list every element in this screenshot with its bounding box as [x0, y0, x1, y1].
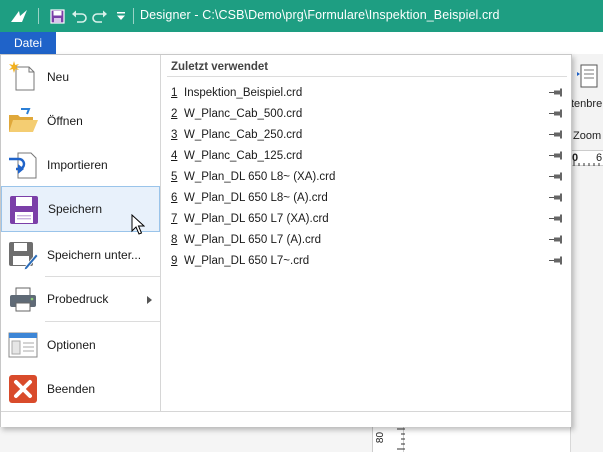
menu-item-beenden[interactable]: Beenden [1, 367, 160, 411]
pin-icon[interactable] [549, 130, 563, 139]
background-ribbon: tenbre Zoom [570, 54, 603, 452]
recent-file-item[interactable]: 9 W_Plan_DL 650 L7~.crd [167, 250, 569, 271]
page-icon [577, 64, 598, 88]
vertical-ruler: 80 [372, 426, 405, 452]
recent-file-name: W_Planc_Cab_500.crd [184, 107, 303, 120]
pin-icon[interactable] [549, 109, 563, 118]
recent-file-number: 4 [171, 149, 178, 162]
recent-file-item[interactable]: 1 Inspektion_Beispiel.crd [167, 82, 569, 103]
recent-file-number: 5 [171, 170, 178, 183]
workspace-strip [0, 426, 372, 452]
import-icon [7, 149, 39, 181]
recent-file-name: W_Plan_DL 650 L7 (XA).crd [184, 212, 329, 225]
recent-file-item[interactable]: 4 W_Planc_Cab_125.crd [167, 145, 569, 166]
backstage-footer [1, 411, 571, 427]
app-logo-icon[interactable] [9, 6, 29, 26]
toolbar-separator [133, 8, 134, 24]
menu-label-importieren: Importieren [47, 158, 108, 172]
tab-datei[interactable]: Datei [0, 32, 56, 54]
horizontal-ruler: 0 6 [570, 150, 603, 166]
recent-separator [167, 76, 567, 77]
save-icon [8, 194, 40, 226]
file-backstage-panel: Neu Öffnen Importieren Speichern Speiche [0, 54, 572, 427]
save-icon[interactable] [47, 6, 67, 26]
new-document-icon [7, 61, 39, 93]
printer-icon [7, 283, 39, 315]
menu-label-neu: Neu [47, 70, 70, 84]
vruler-label: 80 [375, 431, 387, 444]
toolbar-separator [38, 8, 39, 24]
menu-separator [45, 321, 160, 322]
recent-file-item[interactable]: 7 W_Plan_DL 650 L7 (XA).crd [167, 208, 569, 229]
recent-file-name: W_Plan_DL 650 L8~ (XA).crd [184, 170, 336, 183]
customize-dropdown-icon[interactable] [111, 6, 131, 26]
recent-file-item[interactable]: 8 W_Plan_DL 650 L7 (A).crd [167, 229, 569, 250]
recent-file-number: 9 [171, 254, 178, 267]
redo-icon[interactable] [90, 6, 110, 26]
recent-files-heading: Zuletzt verwendet [171, 61, 269, 73]
ribbon-tab-row [0, 32, 603, 54]
menu-label-speichern: Speichern [48, 202, 103, 216]
exit-icon [7, 373, 39, 405]
recent-file-name: W_Plan_DL 650 L8~ (A).crd [184, 191, 328, 204]
pin-icon[interactable] [549, 151, 563, 160]
undo-icon[interactable] [69, 6, 89, 26]
zoom-label: Zoom [573, 130, 602, 142]
recent-file-number: 8 [171, 233, 178, 246]
recent-file-name: Inspektion_Beispiel.crd [184, 86, 303, 99]
recent-file-name: W_Plan_DL 650 L7 (A).crd [184, 233, 322, 246]
recent-file-number: 1 [171, 86, 178, 99]
menu-label-oeffnen: Öffnen [47, 114, 83, 128]
pin-icon[interactable] [549, 235, 563, 244]
vruler-ticks [397, 428, 405, 450]
recent-file-number: 3 [171, 128, 178, 141]
save-as-icon [7, 239, 39, 271]
mouse-cursor-icon [131, 214, 145, 235]
ribbon-label: tenbre [571, 98, 603, 110]
recent-file-name: W_Plan_DL 650 L7~.crd [184, 254, 310, 267]
open-folder-icon [7, 105, 39, 137]
menu-item-probedruck[interactable]: Probedruck [1, 277, 160, 321]
ruler-ticks [573, 160, 600, 166]
recent-file-item[interactable]: 5 W_Plan_DL 650 L8~ (XA).crd [167, 166, 569, 187]
menu-label-optionen: Optionen [47, 338, 96, 352]
menu-label-beenden: Beenden [47, 382, 96, 396]
menu-item-neu[interactable]: Neu [1, 55, 160, 99]
pin-icon[interactable] [549, 193, 563, 202]
menu-label-probedruck: Probedruck [47, 292, 109, 306]
recent-file-number: 6 [171, 191, 178, 204]
recent-file-number: 7 [171, 212, 178, 225]
recent-file-number: 2 [171, 107, 178, 120]
recent-file-item[interactable]: 3 W_Planc_Cab_250.crd [167, 124, 569, 145]
recent-file-item[interactable]: 2 W_Planc_Cab_500.crd [167, 103, 569, 124]
menu-item-optionen[interactable]: Optionen [1, 323, 160, 367]
recent-file-name: W_Planc_Cab_250.crd [184, 128, 303, 141]
window-title: Designer - C:\CSB\Demo\prg\Formulare\Ins… [140, 8, 500, 22]
recent-file-item[interactable]: 6 W_Plan_DL 650 L8~ (A).crd [167, 187, 569, 208]
menu-item-importieren[interactable]: Importieren [1, 143, 160, 187]
recent-file-name: W_Planc_Cab_125.crd [184, 149, 303, 162]
menu-item-oeffnen[interactable]: Öffnen [1, 99, 160, 143]
options-window-icon [7, 329, 39, 361]
title-bar: Designer - C:\CSB\Demo\prg\Formulare\Ins… [0, 0, 603, 32]
pin-icon[interactable] [549, 172, 563, 181]
submenu-arrow-icon [147, 296, 152, 304]
pin-icon[interactable] [549, 88, 563, 97]
pin-icon[interactable] [549, 214, 563, 223]
pin-icon[interactable] [549, 256, 563, 265]
menu-item-speichern-unter[interactable]: Speichern unter... [1, 233, 160, 277]
menu-label-speichern-unter: Speichern unter... [47, 248, 142, 262]
